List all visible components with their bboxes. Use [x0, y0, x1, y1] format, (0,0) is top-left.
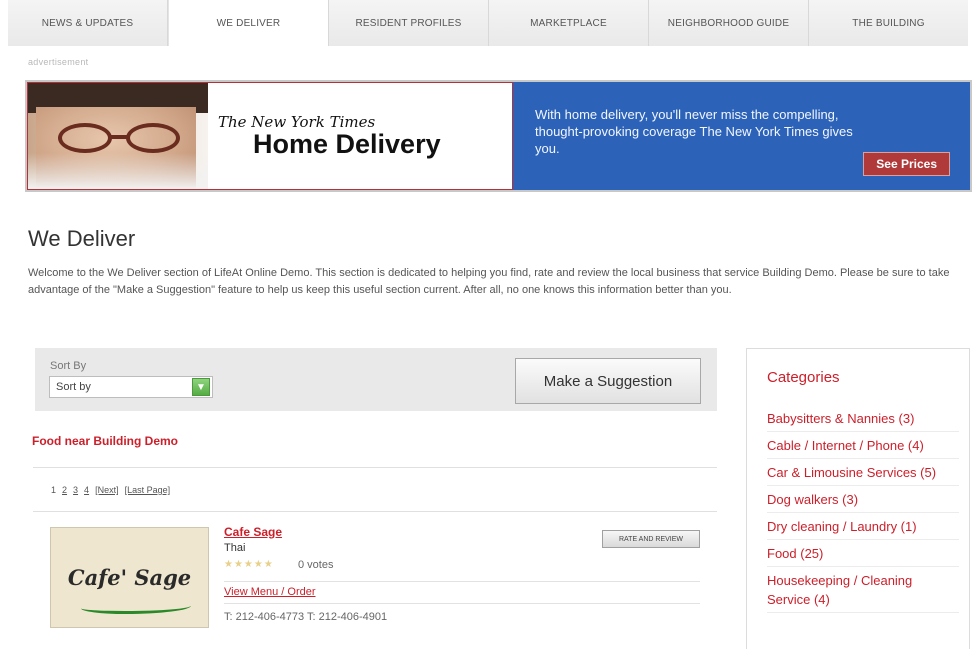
tab-neighborhood-guide[interactable]: NEIGHBORHOOD GUIDE	[649, 0, 809, 46]
divider	[33, 511, 717, 512]
business-name-link[interactable]: Cafe Sage	[224, 525, 282, 539]
make-suggestion-button[interactable]: Make a Suggestion	[515, 358, 701, 404]
vote-count: 0 votes	[298, 559, 334, 571]
next-page-link[interactable]: [Next]	[95, 485, 119, 495]
category-housekeeping[interactable]: Housekeeping / Cleaning Service (4)	[767, 571, 959, 613]
categories-title: Categories	[767, 369, 840, 386]
ad-banner-left: The New York Times Home Delivery	[27, 82, 513, 190]
main-nav: NEWS & UPDATES WE DELIVER RESIDENT PROFI…	[8, 0, 968, 46]
view-menu-order-link[interactable]: View Menu / Order	[224, 586, 316, 598]
sort-by-label: Sort By	[50, 360, 87, 372]
page-title: We Deliver	[28, 226, 136, 251]
divider	[224, 581, 700, 582]
rate-and-review-button[interactable]: RATE AND REVIEW	[602, 530, 700, 548]
ad-photo	[28, 83, 208, 189]
tab-news-updates[interactable]: NEWS & UPDATES	[8, 0, 168, 46]
category-dog-walkers[interactable]: Dog walkers (3)	[767, 490, 959, 513]
pagination: 1 2 3 4 [Next] [Last Page]	[51, 485, 170, 495]
page-2-link[interactable]: 2	[62, 485, 67, 495]
ad-headline: Home Delivery	[253, 129, 441, 159]
sort-by-value: Sort by	[56, 381, 91, 393]
category-food[interactable]: Food (25)	[767, 544, 959, 567]
categories-panel: Categories Babysitters & Nannies (3) Cab…	[746, 348, 970, 649]
category-dry-cleaning[interactable]: Dry cleaning / Laundry (1)	[767, 517, 959, 540]
categories-list: Babysitters & Nannies (3) Cable / Intern…	[767, 409, 959, 617]
advertisement-label: advertisement	[28, 57, 89, 67]
business-logo-text: Cafe' Sage	[67, 565, 192, 590]
see-prices-button[interactable]: See Prices	[863, 152, 950, 176]
tab-we-deliver[interactable]: WE DELIVER	[168, 0, 329, 46]
category-babysitters[interactable]: Babysitters & Nannies (3)	[767, 409, 959, 432]
tab-marketplace[interactable]: MARKETPLACE	[489, 0, 649, 46]
divider	[224, 603, 700, 604]
sort-by-select[interactable]: Sort by ▼	[49, 376, 213, 398]
ad-banner[interactable]: The New York Times Home Delivery With ho…	[25, 80, 972, 192]
page-1-current: 1	[51, 485, 57, 495]
tab-the-building[interactable]: THE BUILDING	[809, 0, 968, 46]
page-4-link[interactable]: 4	[84, 485, 89, 495]
tab-resident-profiles[interactable]: RESIDENT PROFILES	[329, 0, 489, 46]
sort-bar: Sort By Sort by ▼ Make a Suggestion	[35, 348, 717, 411]
business-logo[interactable]: Cafe' Sage	[50, 527, 209, 628]
ad-banner-right: With home delivery, you'll never miss th…	[513, 82, 970, 190]
divider	[33, 467, 717, 468]
chevron-down-icon[interactable]: ▼	[192, 378, 210, 396]
page-3-link[interactable]: 3	[73, 485, 78, 495]
category-cable-internet-phone[interactable]: Cable / Internet / Phone (4)	[767, 436, 959, 459]
business-cuisine: Thai	[224, 542, 246, 554]
last-page-link[interactable]: [Last Page]	[125, 485, 171, 495]
page-intro: Welcome to the We Deliver section of Lif…	[28, 267, 950, 296]
logo-swoosh	[81, 600, 191, 614]
star-rating-icon[interactable]: ★★★★★	[224, 559, 274, 570]
section-title: Food near Building Demo	[32, 434, 178, 448]
business-phones: T: 212-406-4773 T: 212-406-4901	[224, 611, 388, 623]
category-car-limousine[interactable]: Car & Limousine Services (5)	[767, 463, 959, 486]
ad-body-text: With home delivery, you'll never miss th…	[535, 107, 853, 156]
